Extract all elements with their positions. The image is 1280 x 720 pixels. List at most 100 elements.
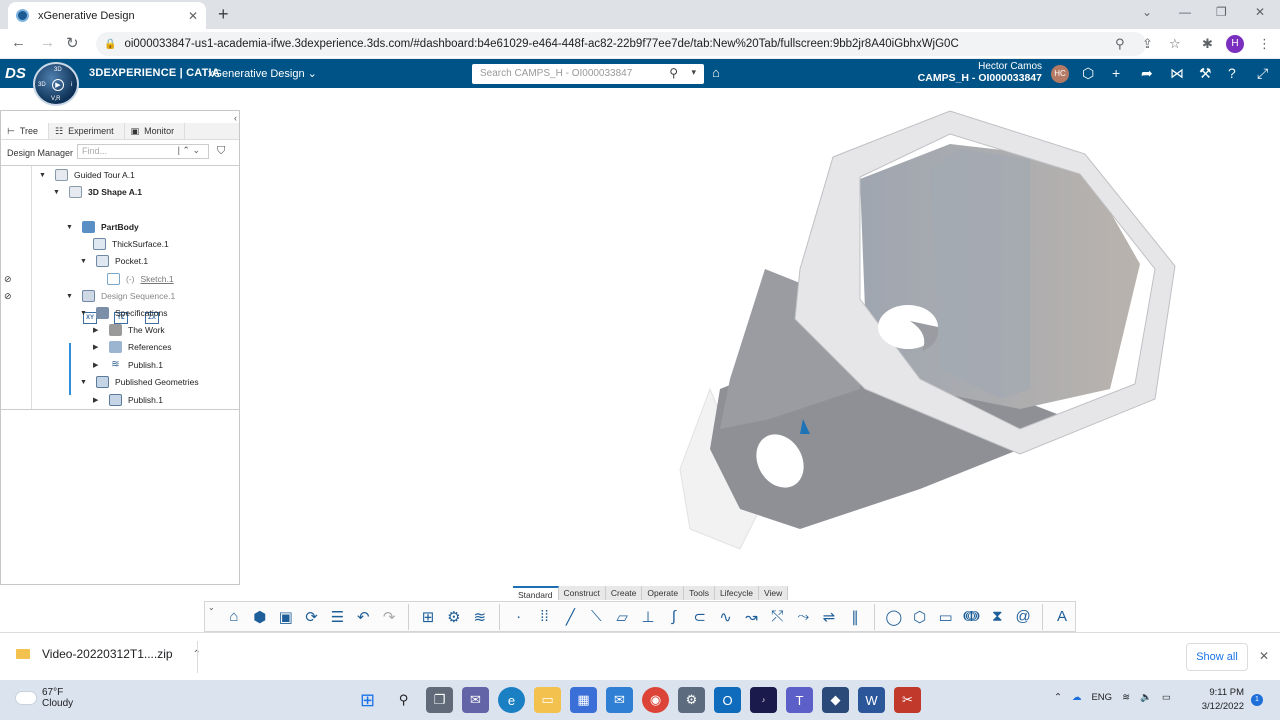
- bookmark-star-icon[interactable]: ☆: [1169, 36, 1181, 52]
- tree-node-partbody[interactable]: ▼ PartBody: [66, 219, 139, 235]
- expand-toggle-icon[interactable]: ▼: [80, 258, 90, 265]
- helix-icon[interactable]: ↈ: [958, 605, 984, 629]
- store-icon[interactable]: ▦: [570, 687, 597, 713]
- find-nav-arrows-icon[interactable]: | ⌃ ⌄: [178, 145, 200, 156]
- refresh-icon[interactable]: ⟳: [299, 605, 325, 629]
- text-icon[interactable]: A: [1049, 605, 1075, 629]
- find-input[interactable]: Find... | ⌃ ⌄: [77, 144, 209, 159]
- fullscreen-icon[interactable]: ⤢: [1257, 65, 1268, 82]
- tree-node-thicksurface[interactable]: ThickSurface.1: [93, 236, 169, 252]
- redo-icon[interactable]: ↷: [376, 605, 402, 629]
- onedrive-cloud-icon[interactable]: ☁: [1072, 692, 1082, 703]
- search-dropdown-icon[interactable]: ▾: [691, 67, 696, 78]
- measure-icon[interactable]: ⊞: [415, 605, 441, 629]
- search-icon[interactable]: ⚲: [390, 687, 417, 713]
- browser-tab[interactable]: xGenerative Design ✕: [8, 2, 206, 29]
- tab-search-icon[interactable]: ⌄: [1142, 5, 1152, 19]
- open-icon[interactable]: ⬢: [247, 605, 273, 629]
- point-grid-icon[interactable]: ⁞⁞: [532, 605, 558, 629]
- share-arrow-icon[interactable]: ➦: [1141, 65, 1153, 82]
- home-icon[interactable]: ⌂: [221, 605, 247, 629]
- edge-icon[interactable]: e: [498, 687, 525, 713]
- tree-node-the-work[interactable]: ▶ The Work: [93, 322, 165, 338]
- tab-operate[interactable]: Operate: [642, 586, 685, 600]
- hexagon-icon[interactable]: ⬡: [907, 605, 933, 629]
- outlook-icon[interactable]: O: [714, 687, 741, 713]
- share-icon[interactable]: ⇪: [1142, 36, 1153, 52]
- tree-node-3d-shape[interactable]: ▼ 3D Shape A.1: [53, 184, 142, 200]
- expand-toggle-icon[interactable]: ▼: [80, 310, 90, 317]
- tab-view[interactable]: View: [759, 586, 789, 600]
- tab-tree[interactable]: ⊢ Tree: [1, 123, 50, 139]
- browser-menu-icon[interactable]: ⋮: [1258, 36, 1271, 52]
- hidden-eye-icon[interactable]: ⊘: [4, 291, 12, 302]
- tree-node-sketch[interactable]: (-) Sketch.1: [107, 271, 174, 287]
- show-all-button[interactable]: Show all: [1186, 643, 1248, 671]
- minimize-button[interactable]: —: [1179, 5, 1191, 19]
- settings-icon[interactable]: ⚙: [678, 687, 705, 713]
- expand-toggle-icon[interactable]: ▶: [93, 326, 103, 334]
- amazon-music-icon[interactable]: ♪: [750, 687, 777, 713]
- 3dexperience-app-icon[interactable]: ◆: [822, 687, 849, 713]
- tree-node-guided-tour[interactable]: ▼ Guided Tour A.1: [39, 167, 135, 183]
- tab-standard[interactable]: Standard: [513, 586, 559, 600]
- back-arrow-icon[interactable]: ←: [11, 34, 26, 51]
- search-input[interactable]: Search CAMPS_H - OI000033847 ⚲ ▾: [472, 64, 704, 84]
- expand-toggle-icon[interactable]: ▼: [66, 224, 76, 231]
- expand-toggle-icon[interactable]: ▶: [93, 343, 103, 351]
- tree-node-specifications[interactable]: ▼ Specifications: [80, 305, 167, 321]
- tree-node-published-publish[interactable]: ▶ Publish.1: [93, 392, 163, 408]
- user-avatar[interactable]: HC: [1051, 65, 1069, 83]
- user-info[interactable]: Hector Camos CAMPS_H - OI000033847: [900, 61, 1042, 84]
- tree-node-published-geometries[interactable]: ▼ Published Geometries: [80, 374, 199, 390]
- expand-toggle-icon[interactable]: ▼: [53, 189, 63, 196]
- windows-start-icon[interactable]: ⊞: [354, 687, 381, 713]
- undo-icon[interactable]: ↶: [350, 605, 376, 629]
- 3ds-logo-icon[interactable]: DS: [5, 65, 26, 82]
- spline-icon[interactable]: ∿: [713, 605, 739, 629]
- app-switcher[interactable]: xGenerative Design ⌄: [208, 67, 317, 80]
- chrome-icon[interactable]: ◉: [642, 687, 669, 713]
- expand-toggle-icon[interactable]: ▶: [93, 396, 103, 404]
- help-icon[interactable]: ?: [1228, 65, 1236, 81]
- teams-icon[interactable]: T: [786, 687, 813, 713]
- tree-node-design-sequence[interactable]: ▼ Design Sequence.1: [66, 288, 175, 304]
- curve-icon[interactable]: ∫: [661, 605, 687, 629]
- 3d-viewport[interactable]: [240, 89, 1280, 629]
- connect-curve-icon[interactable]: ↝: [739, 605, 765, 629]
- file-explorer-icon[interactable]: ▭: [534, 687, 561, 713]
- clock[interactable]: 9:11 PM 3/12/2022: [1200, 686, 1244, 714]
- weather-widget[interactable]: 67°F Cloudy: [16, 687, 73, 709]
- tree-node-publish[interactable]: ▶ ≋ Publish.1: [93, 357, 163, 373]
- plane-icon[interactable]: ▱: [609, 605, 635, 629]
- point-icon[interactable]: ·: [506, 605, 532, 629]
- compass-widget[interactable]: 3D 3D i V,R ▶: [33, 62, 79, 106]
- wifi-icon[interactable]: ≋: [1122, 692, 1130, 703]
- notification-badge[interactable]: 1: [1251, 694, 1263, 706]
- analysis-icon[interactable]: ⚙: [441, 605, 467, 629]
- close-tab-icon[interactable]: ✕: [188, 9, 198, 23]
- close-download-bar-icon[interactable]: ✕: [1259, 649, 1269, 663]
- mail-icon[interactable]: ✉: [606, 687, 633, 713]
- language-indicator[interactable]: ENG: [1091, 692, 1112, 703]
- volume-icon[interactable]: 🔈: [1140, 692, 1152, 703]
- extensions-icon[interactable]: ✱: [1202, 36, 1213, 52]
- word-icon[interactable]: W: [858, 687, 885, 713]
- close-window-button[interactable]: ✕: [1255, 5, 1265, 19]
- add-icon[interactable]: +: [1112, 65, 1120, 81]
- tab-create[interactable]: Create: [605, 586, 643, 600]
- play-icon[interactable]: ▶: [52, 79, 64, 91]
- project-icon[interactable]: ⇌: [816, 605, 842, 629]
- action-bar-chevron-icon[interactable]: ⌄: [208, 603, 215, 612]
- network-share-icon[interactable]: ⋈: [1170, 65, 1184, 82]
- filter-icon[interactable]: ⛉: [217, 145, 225, 158]
- forward-arrow-icon[interactable]: →: [40, 34, 55, 51]
- compass-apps-icon[interactable]: ⚒: [1199, 65, 1212, 82]
- publish-tool-icon[interactable]: ≋: [467, 605, 493, 629]
- reload-icon[interactable]: ↻: [66, 34, 79, 52]
- profile-avatar[interactable]: H: [1226, 35, 1244, 53]
- tag-dashboard-icon[interactable]: ⬡: [1082, 65, 1094, 82]
- tab-construct[interactable]: Construct: [558, 586, 606, 600]
- tab-tools[interactable]: Tools: [684, 586, 715, 600]
- line-icon[interactable]: ╱: [557, 605, 583, 629]
